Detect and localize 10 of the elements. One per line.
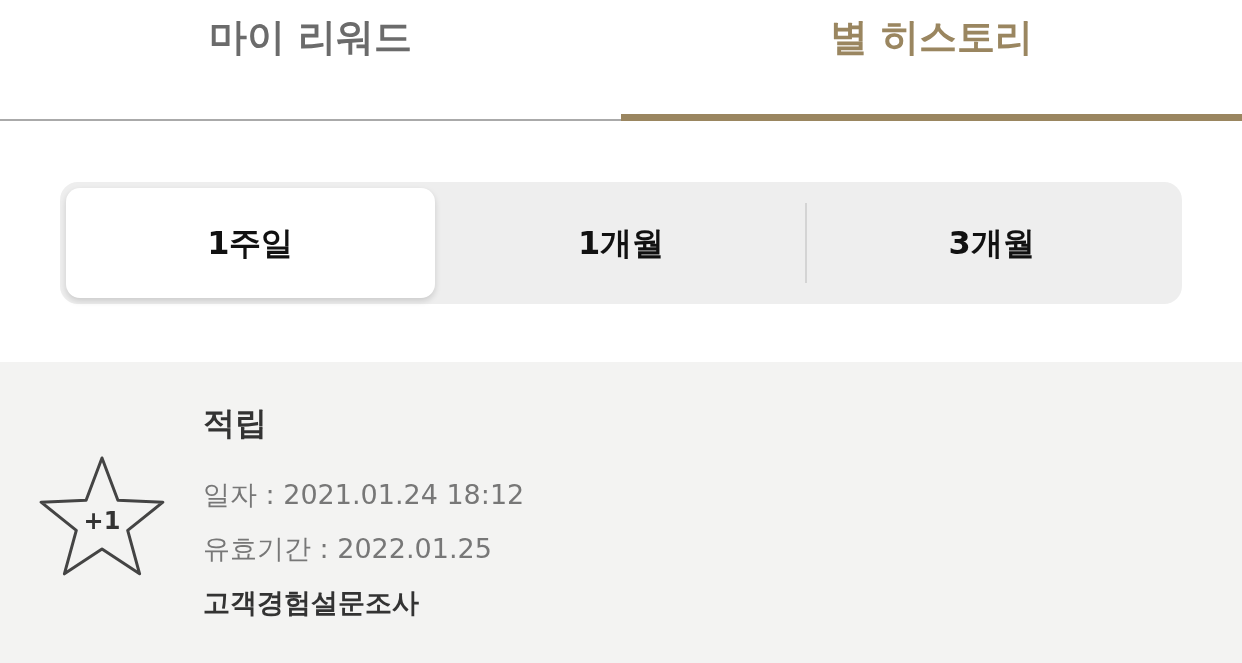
period-option[interactable]: 1개월 xyxy=(436,188,806,298)
history-type: 적립 xyxy=(203,403,268,444)
period-option[interactable]: 1주일 xyxy=(66,188,435,298)
period-option[interactable]: 3개월 xyxy=(807,188,1176,298)
tab[interactable]: 별 히스토리 xyxy=(621,0,1242,121)
history-expiry: 유효기간 : 2022.01.25 xyxy=(203,532,493,566)
history-date: 일자 : 2021.01.24 18:12 xyxy=(203,478,525,512)
history-source: 고객경험설문조사 xyxy=(203,586,420,620)
star-count: +1 xyxy=(83,506,121,535)
tab[interactable]: 마이 리워드 xyxy=(0,0,621,121)
